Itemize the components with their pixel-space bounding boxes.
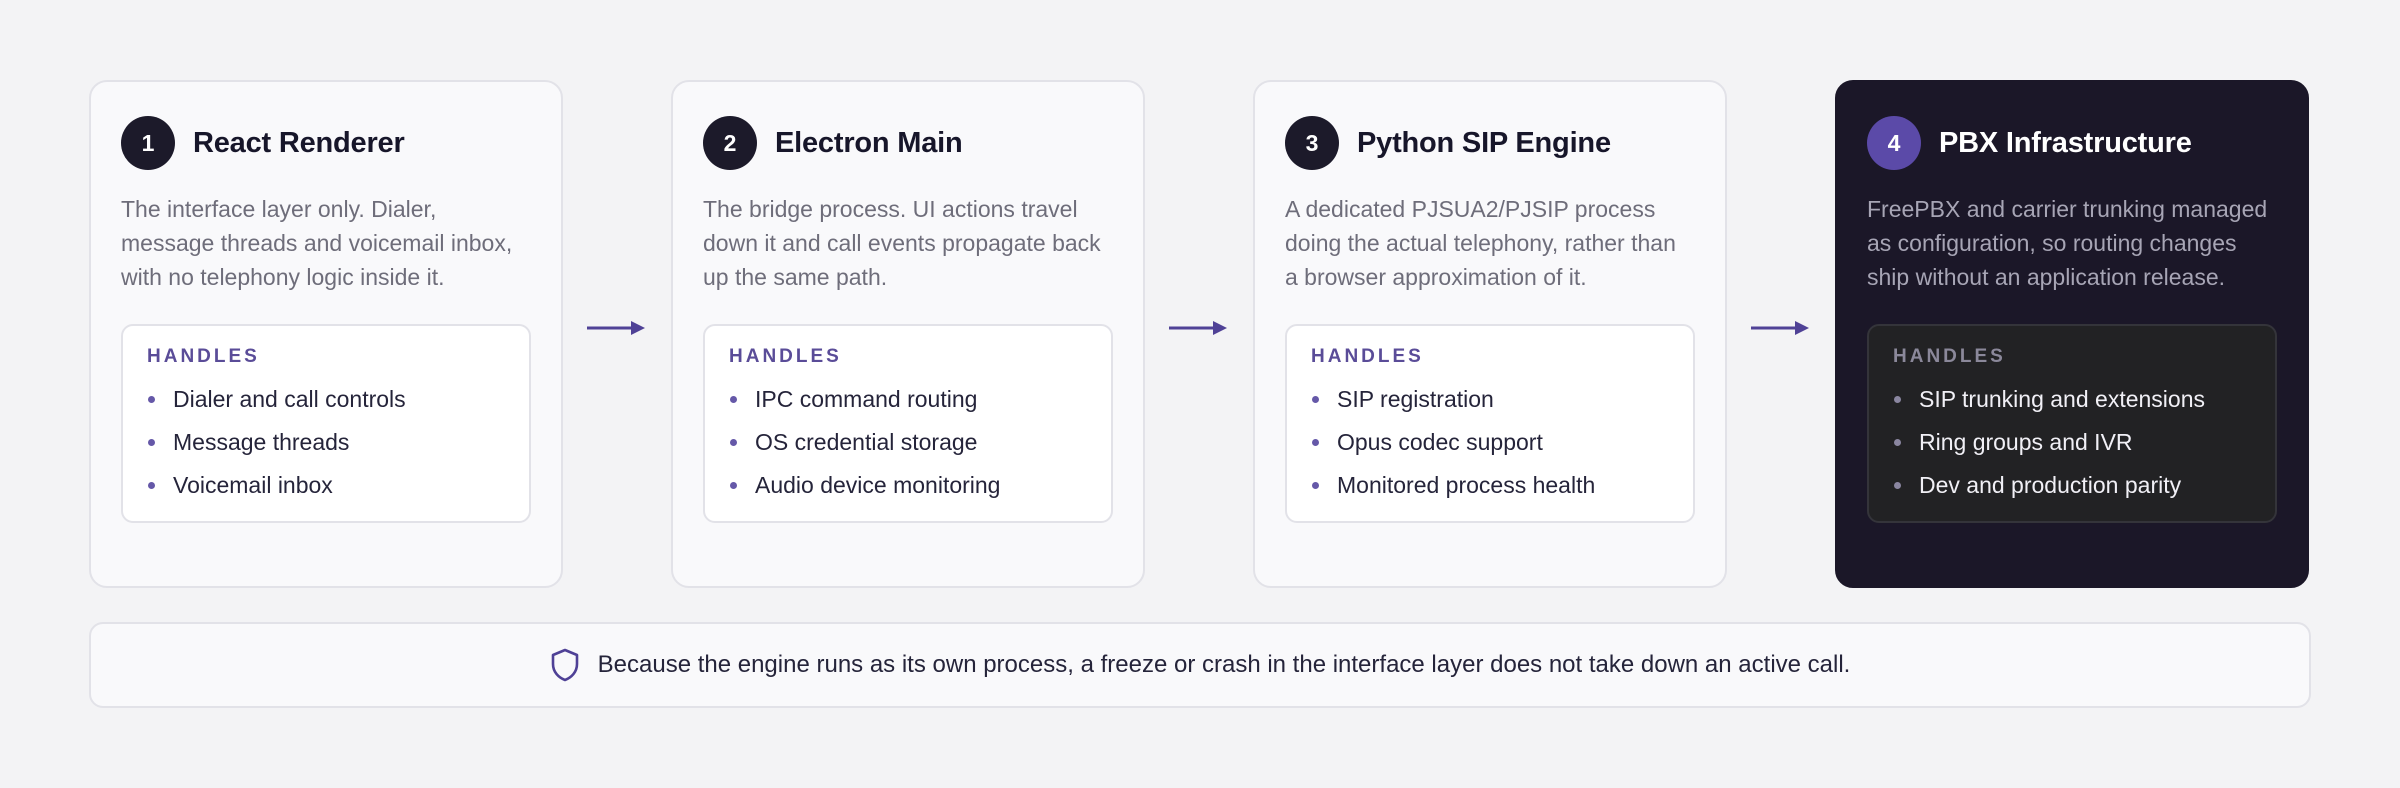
step-number-badge: 4 <box>1867 116 1921 170</box>
arrow-right-icon <box>1751 321 1809 335</box>
stage-header: 4 PBX Infrastructure <box>1867 116 2277 170</box>
handles-list: SIP trunking and extensions Ring groups … <box>1893 378 2251 507</box>
stage-title: Electron Main <box>775 126 963 159</box>
handles-item: OS credential storage <box>729 421 1087 464</box>
handles-item: Dialer and call controls <box>147 378 505 421</box>
handles-list: IPC command routing OS credential storag… <box>729 378 1087 507</box>
handles-label: HANDLES <box>147 346 260 367</box>
stage-header: 3 Python SIP Engine <box>1285 116 1695 170</box>
stage-title: Python SIP Engine <box>1357 126 1611 159</box>
note-text: Because the engine runs as its own proce… <box>597 651 1851 678</box>
handles-item: IPC command routing <box>729 378 1087 421</box>
handles-item: SIP registration <box>1311 378 1669 421</box>
handles-box: HANDLES IPC command routing OS credentia… <box>703 324 1113 523</box>
stage-title: PBX Infrastructure <box>1939 126 2192 159</box>
flow-arrow <box>1145 80 1253 588</box>
handles-list: SIP registration Opus codec support Moni… <box>1311 378 1669 507</box>
handles-list: Dialer and call controls Message threads… <box>147 378 505 507</box>
handles-label: HANDLES <box>1311 346 1424 367</box>
flow-arrow <box>1727 80 1835 588</box>
shield-icon <box>551 648 578 682</box>
stage-title: React Renderer <box>193 126 405 159</box>
handles-item: Audio device monitoring <box>729 464 1087 507</box>
handles-label: HANDLES <box>729 346 842 367</box>
stage-card-react-renderer: 1 React Renderer The interface layer onl… <box>89 80 563 588</box>
handles-item: SIP trunking and extensions <box>1893 378 2251 421</box>
handles-label: HANDLES <box>1893 346 2006 367</box>
stage-header: 1 React Renderer <box>121 116 531 170</box>
handles-item: Voicemail inbox <box>147 464 505 507</box>
stage-card-pbx-infrastructure: 4 PBX Infrastructure FreePBX and carrier… <box>1835 80 2309 588</box>
step-number-badge: 2 <box>703 116 757 170</box>
arrow-right-icon <box>1169 321 1227 335</box>
stage-header: 2 Electron Main <box>703 116 1113 170</box>
stage-description: FreePBX and carrier trunking managed as … <box>1867 196 2268 290</box>
handles-box: HANDLES SIP trunking and extensions Ring… <box>1867 324 2277 523</box>
stage-description: The bridge process. UI actions travel do… <box>703 196 1101 290</box>
handles-item: Monitored process health <box>1311 464 1669 507</box>
handles-item: Opus codec support <box>1311 421 1669 464</box>
stage-row: 1 React Renderer The interface layer onl… <box>89 80 2311 588</box>
architecture-diagram: 1 React Renderer The interface layer onl… <box>89 80 2311 708</box>
flow-arrow <box>563 80 671 588</box>
handles-item: Ring groups and IVR <box>1893 421 2251 464</box>
step-number-badge: 3 <box>1285 116 1339 170</box>
handles-box: HANDLES Dialer and call controls Message… <box>121 324 531 523</box>
handles-box: HANDLES SIP registration Opus codec supp… <box>1285 324 1695 523</box>
stage-description: The interface layer only. Dialer, messag… <box>121 196 513 290</box>
stage-description: A dedicated PJSUA2/PJSIP process doing t… <box>1285 196 1676 290</box>
step-number-badge: 1 <box>121 116 175 170</box>
handles-item: Message threads <box>147 421 505 464</box>
arrow-right-icon <box>587 321 645 335</box>
stage-card-electron-main: 2 Electron Main The bridge process. UI a… <box>671 80 1145 588</box>
stage-card-python-sip-engine: 3 Python SIP Engine A dedicated PJSUA2/P… <box>1253 80 1727 588</box>
handles-item: Dev and production parity <box>1893 464 2251 507</box>
resilience-note: Because the engine runs as its own proce… <box>89 622 2311 708</box>
